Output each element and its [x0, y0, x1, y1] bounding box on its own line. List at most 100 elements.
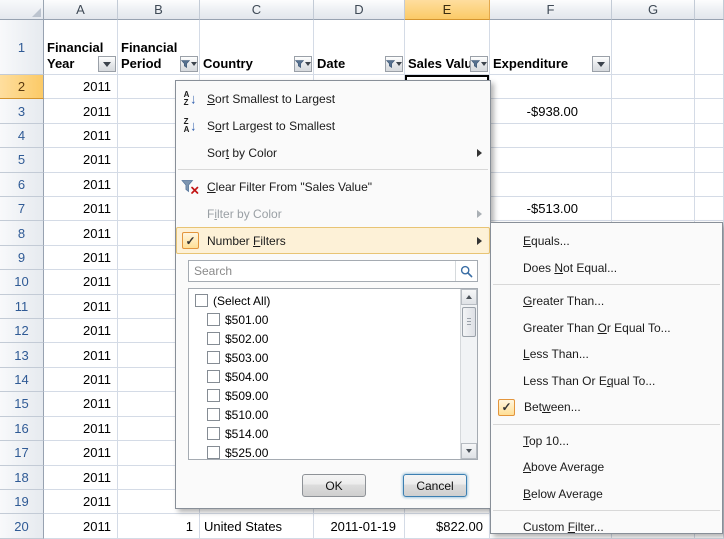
filter-button-e[interactable]	[470, 56, 488, 72]
cell-f7[interactable]: -$513.00	[490, 197, 612, 221]
row-header-9[interactable]: 9	[0, 246, 44, 270]
scroll-down-button[interactable]	[461, 443, 477, 459]
cell-g4[interactable]	[612, 124, 695, 148]
filter-value-item[interactable]: $509.00	[189, 386, 460, 405]
checkbox[interactable]	[207, 446, 220, 459]
submenu-item-above-average[interactable]: Above Average	[491, 454, 722, 481]
submenu-item-equals[interactable]: Equals...	[491, 228, 722, 255]
checkbox[interactable]	[195, 294, 208, 307]
cell-a11[interactable]: 2011	[44, 295, 118, 319]
row-header-7[interactable]: 7	[0, 197, 44, 221]
filter-value-item[interactable]: $510.00	[189, 405, 460, 424]
filter-button-c[interactable]	[294, 56, 312, 72]
cell-a6[interactable]: 2011	[44, 173, 118, 197]
checkbox[interactable]	[207, 313, 220, 326]
cell-a5[interactable]: 2011	[44, 148, 118, 172]
menu-item-sort-smallest-to-largest[interactable]: AZ↓Sort Smallest to Largest	[176, 85, 490, 112]
menu-item-s-ort-largest-to-smallest[interactable]: ZA↓Sort Largest to Smallest	[176, 112, 490, 139]
submenu-item-less-than-or-e-qual-to[interactable]: Less Than Or Equal To...	[491, 368, 722, 395]
row-header-11[interactable]: 11	[0, 295, 44, 319]
cell-g2[interactable]	[612, 75, 695, 99]
filter-value-item[interactable]: (Select All)	[189, 291, 460, 310]
menu-item-clear-filter-from-sales-value[interactable]: Clear Filter From "Sales Value"	[176, 173, 490, 200]
filter-value-item[interactable]: $514.00	[189, 424, 460, 443]
row-header-5[interactable]: 5	[0, 148, 44, 172]
row-header-15[interactable]: 15	[0, 392, 44, 416]
column-header-e[interactable]: E	[405, 0, 490, 20]
cell-d20[interactable]: 2011-01-19	[314, 514, 405, 538]
menu-item-number-filters[interactable]: ✓Number Filters	[176, 227, 490, 254]
checkbox[interactable]	[207, 389, 220, 402]
search-input[interactable]	[188, 260, 478, 282]
menu-item-f-ilter-by-color[interactable]: Filter by Color	[176, 200, 490, 227]
cell-g3[interactable]	[612, 99, 695, 123]
filter-value-item[interactable]: $501.00	[189, 310, 460, 329]
cell-a19[interactable]: 2011	[44, 490, 118, 514]
cell-a8[interactable]: 2011	[44, 221, 118, 245]
submenu-item-bet-ween[interactable]: ✓Between...	[491, 394, 722, 421]
cell-b20[interactable]: 1	[118, 514, 200, 538]
cell-g7[interactable]	[612, 197, 695, 221]
row-header-18[interactable]: 18	[0, 466, 44, 490]
header-cell-f[interactable]: Expenditure	[490, 20, 612, 75]
submenu-item-less-than[interactable]: Less Than...	[491, 341, 722, 368]
cell-a15[interactable]: 2011	[44, 392, 118, 416]
filter-button-b[interactable]	[180, 56, 198, 72]
row-header-10[interactable]: 10	[0, 270, 44, 294]
cell-a3[interactable]: 2011	[44, 99, 118, 123]
cell-f5[interactable]	[490, 148, 612, 172]
column-header-b[interactable]: B	[118, 0, 200, 20]
cell-a10[interactable]: 2011	[44, 270, 118, 294]
cell-f6[interactable]	[490, 173, 612, 197]
header-cell-g[interactable]	[612, 20, 695, 75]
cell-a7[interactable]: 2011	[44, 197, 118, 221]
row-header-14[interactable]: 14	[0, 368, 44, 392]
column-header-f[interactable]: F	[490, 0, 612, 20]
column-header-a[interactable]: A	[44, 0, 118, 20]
checkbox[interactable]	[207, 351, 220, 364]
scroll-thumb[interactable]	[462, 307, 476, 337]
cell-a17[interactable]: 2011	[44, 441, 118, 465]
cell-g6[interactable]	[612, 173, 695, 197]
filter-value-item[interactable]: $502.00	[189, 329, 460, 348]
search-icon[interactable]	[455, 261, 477, 281]
row-header-4[interactable]: 4	[0, 124, 44, 148]
column-header-d[interactable]: D	[314, 0, 405, 20]
cell-e20[interactable]: $822.00	[405, 514, 490, 538]
cell-a4[interactable]: 2011	[44, 124, 118, 148]
cell-a18[interactable]: 2011	[44, 466, 118, 490]
row-header-20[interactable]: 20	[0, 514, 44, 538]
row-header-12[interactable]: 12	[0, 319, 44, 343]
column-header-g[interactable]: G	[612, 0, 695, 20]
menu-item-sor-t-by-color[interactable]: Sort by Color	[176, 139, 490, 166]
submenu-item-greater-than-or-equal-to[interactable]: Greater Than Or Equal To...	[491, 315, 722, 342]
submenu-item-below-average[interactable]: Below Average	[491, 481, 722, 508]
column-header-c[interactable]: C	[200, 0, 314, 20]
submenu-item-does-not-equal[interactable]: Does Not Equal...	[491, 255, 722, 282]
cell-a20[interactable]: 2011	[44, 514, 118, 538]
row-header-19[interactable]: 19	[0, 490, 44, 514]
cell-f4[interactable]	[490, 124, 612, 148]
cell-f2[interactable]	[490, 75, 612, 99]
cell-a12[interactable]: 2011	[44, 319, 118, 343]
checkbox[interactable]	[207, 408, 220, 421]
header-cell-b[interactable]: Financial Period	[118, 20, 200, 75]
row-header-6[interactable]: 6	[0, 173, 44, 197]
filter-button-a[interactable]	[98, 56, 116, 72]
cell-a14[interactable]: 2011	[44, 368, 118, 392]
ok-button[interactable]: OK	[302, 474, 366, 497]
row-header-17[interactable]: 17	[0, 441, 44, 465]
cell-f3[interactable]: -$938.00	[490, 99, 612, 123]
cell-a13[interactable]: 2011	[44, 343, 118, 367]
filter-value-item[interactable]: $504.00	[189, 367, 460, 386]
cell-g5[interactable]	[612, 148, 695, 172]
header-cell-c[interactable]: Country	[200, 20, 314, 75]
cell-c20[interactable]: United States	[200, 514, 314, 538]
scrollbar[interactable]	[460, 289, 477, 459]
filter-button-f[interactable]	[592, 56, 610, 72]
filter-value-item[interactable]: $525.00	[189, 443, 460, 459]
submenu-item-top-10[interactable]: Top 10...	[491, 428, 722, 455]
checkbox[interactable]	[207, 427, 220, 440]
select-all-corner[interactable]	[0, 0, 44, 20]
cell-a16[interactable]: 2011	[44, 417, 118, 441]
